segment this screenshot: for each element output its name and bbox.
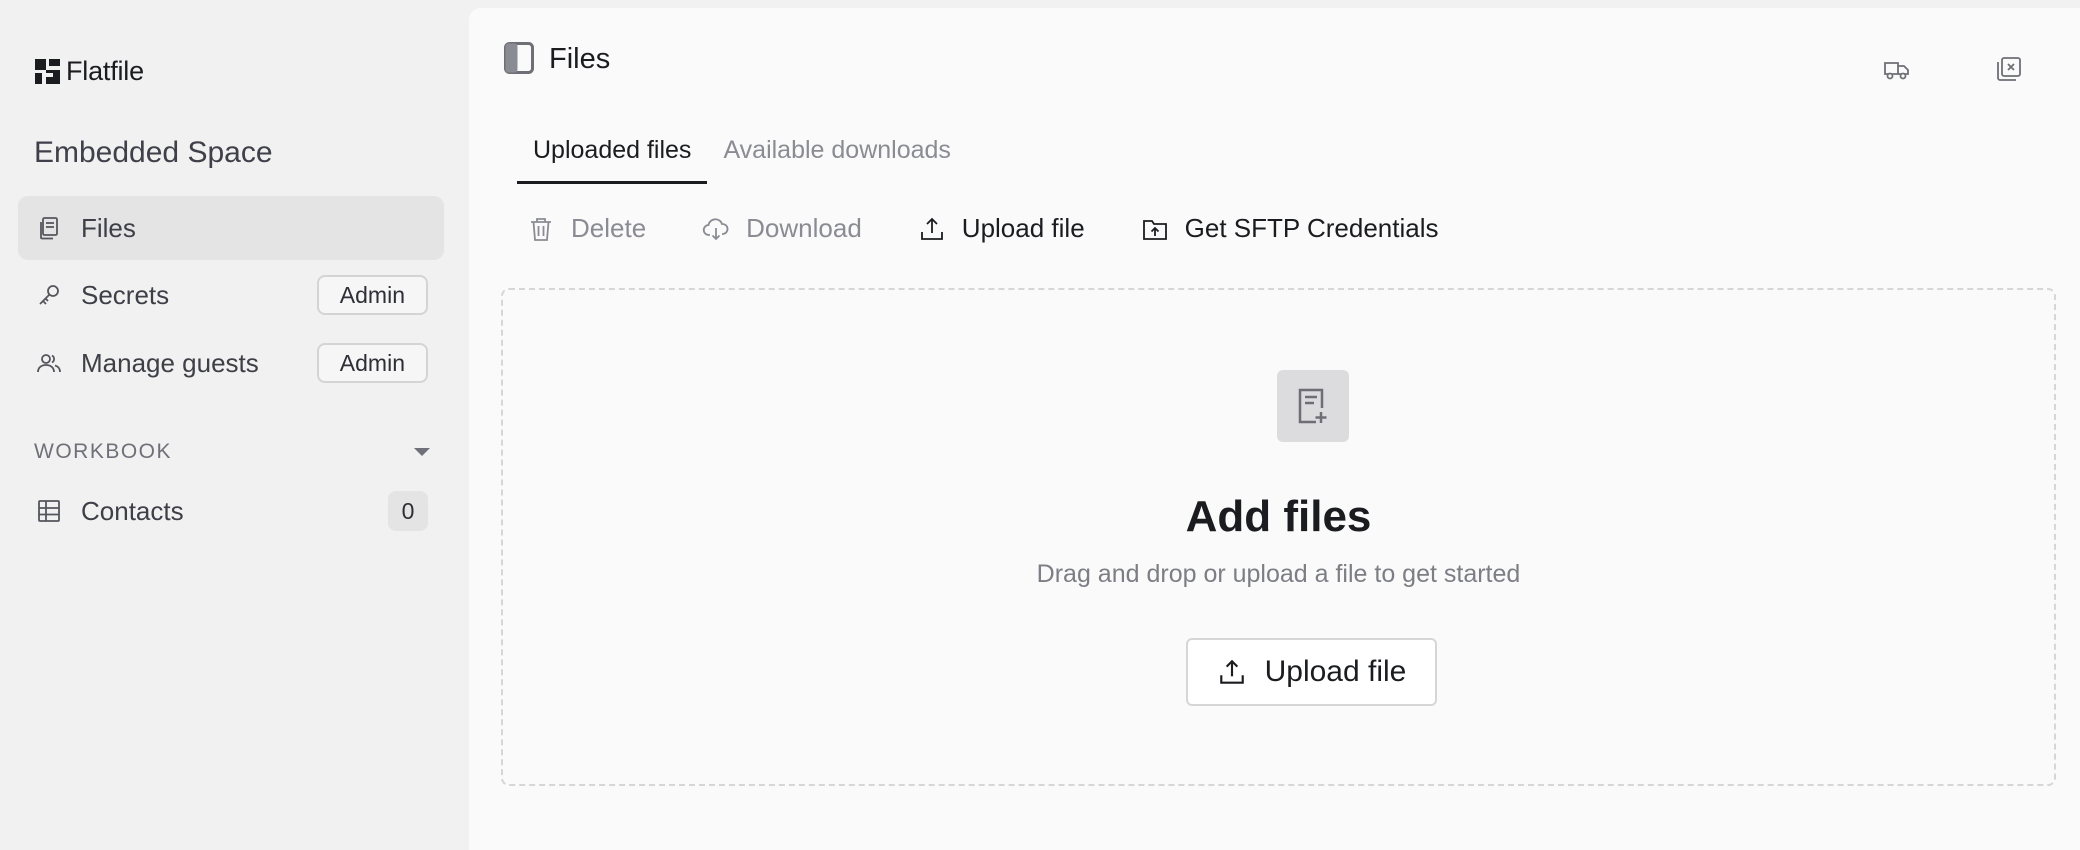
table-icon [38,500,60,522]
main-panel: Files Uploaded files Available downloads… [469,8,2080,850]
admin-badge: Admin [316,343,428,383]
folder-upload-icon [1142,219,1167,240]
space-title: Embedded Space [34,136,273,169]
tab-uploaded-files[interactable]: Uploaded files [517,122,708,184]
delete-label: Delete [571,213,647,243]
download-button[interactable]: Download [702,213,862,244]
sidebar-item-label: Files [81,212,136,243]
cloud-download-icon [703,217,729,240]
sidebar-item-label: Secrets [81,279,170,310]
sidebar-item-contacts[interactable]: Contacts 0 [18,479,444,543]
sidebar-item-secrets[interactable]: Secrets Admin [18,263,444,327]
tab-bar: Uploaded files Available downloads [517,122,967,184]
sftp-credentials-button[interactable]: Get SFTP Credentials [1141,213,1439,244]
file-add-icon [1298,388,1327,424]
file-add-tile [1277,370,1349,442]
sidebar: Flatfile Embedded Space Files Secrets Ad… [0,0,469,850]
download-label: Download [746,213,862,243]
caret-down-icon[interactable] [414,448,430,456]
truck-icon[interactable] [1882,54,1912,84]
brand-name: Flatfile [66,56,144,86]
admin-badge: Admin [316,275,428,315]
upload-button-label: Upload file [1264,655,1407,688]
file-dropzone[interactable]: Add files Drag and drop or upload a file… [501,288,2056,786]
file-toolbar: Delete Download Upload file Get SFTP Cre… [527,213,1495,244]
record-count-badge: 0 [388,491,428,531]
sidebar-item-label: Manage guests [81,347,259,378]
tab-available-downloads[interactable]: Available downloads [707,122,966,184]
upload-file-button[interactable]: Upload file [1186,638,1437,706]
dropzone-subtitle: Drag and drop or upload a file to get st… [1036,560,1521,588]
upload-icon [920,217,943,240]
key-icon [39,285,59,305]
upload-label: Upload file [961,213,1085,243]
sidebar-item-label: Contacts [81,495,184,526]
delete-button[interactable]: Delete [527,213,646,244]
sidebar-toggle-icon[interactable] [504,42,534,74]
workbook-section-label: WORKBOOK [34,440,173,463]
dropzone-title: Add files [1185,492,1372,541]
sidebar-item-manage-guests[interactable]: Manage guests Admin [18,331,444,395]
workbook-section-header[interactable]: WORKBOOK [34,440,430,464]
trash-icon [531,217,551,241]
toolbar-upload-button[interactable]: Upload file [918,213,1085,244]
sftp-label: Get SFTP Credentials [1184,213,1439,243]
brand-logo[interactable]: Flatfile [35,56,144,87]
collapse-icon[interactable] [1994,54,2024,84]
files-icon [40,217,58,240]
users-icon [37,354,61,373]
page-title: Files [549,43,611,75]
upload-icon [1219,659,1244,684]
sidebar-item-files[interactable]: Files [18,196,444,260]
flatfile-logo-icon [35,59,60,84]
